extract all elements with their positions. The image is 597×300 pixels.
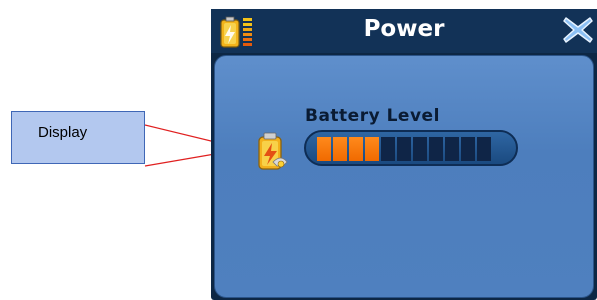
battery-segment-empty xyxy=(429,137,443,161)
battery-segment-filled xyxy=(365,137,379,161)
battery-segment-empty xyxy=(445,137,459,161)
title-bar: Power xyxy=(211,9,597,53)
battery-segment-empty xyxy=(461,137,475,161)
power-window: Power Battery Level xyxy=(211,9,597,300)
window-title: Power xyxy=(363,16,445,42)
battery-segment-empty xyxy=(381,137,395,161)
battery-segment-filled xyxy=(349,137,363,161)
battery-level-meter xyxy=(304,130,518,166)
battery-segment-empty xyxy=(477,137,491,161)
battery-segment-filled xyxy=(317,137,331,161)
battery-segment-filled xyxy=(333,137,347,161)
battery-segment-empty xyxy=(397,137,411,161)
battery-segment-empty xyxy=(413,137,427,161)
battery-panel: Battery Level xyxy=(214,55,594,298)
battery-segments xyxy=(317,137,491,161)
close-icon[interactable] xyxy=(561,12,595,48)
battery-level-label: Battery Level xyxy=(305,106,440,126)
battery-charging-icon xyxy=(258,132,288,170)
display-callout-text: Display xyxy=(38,124,88,141)
